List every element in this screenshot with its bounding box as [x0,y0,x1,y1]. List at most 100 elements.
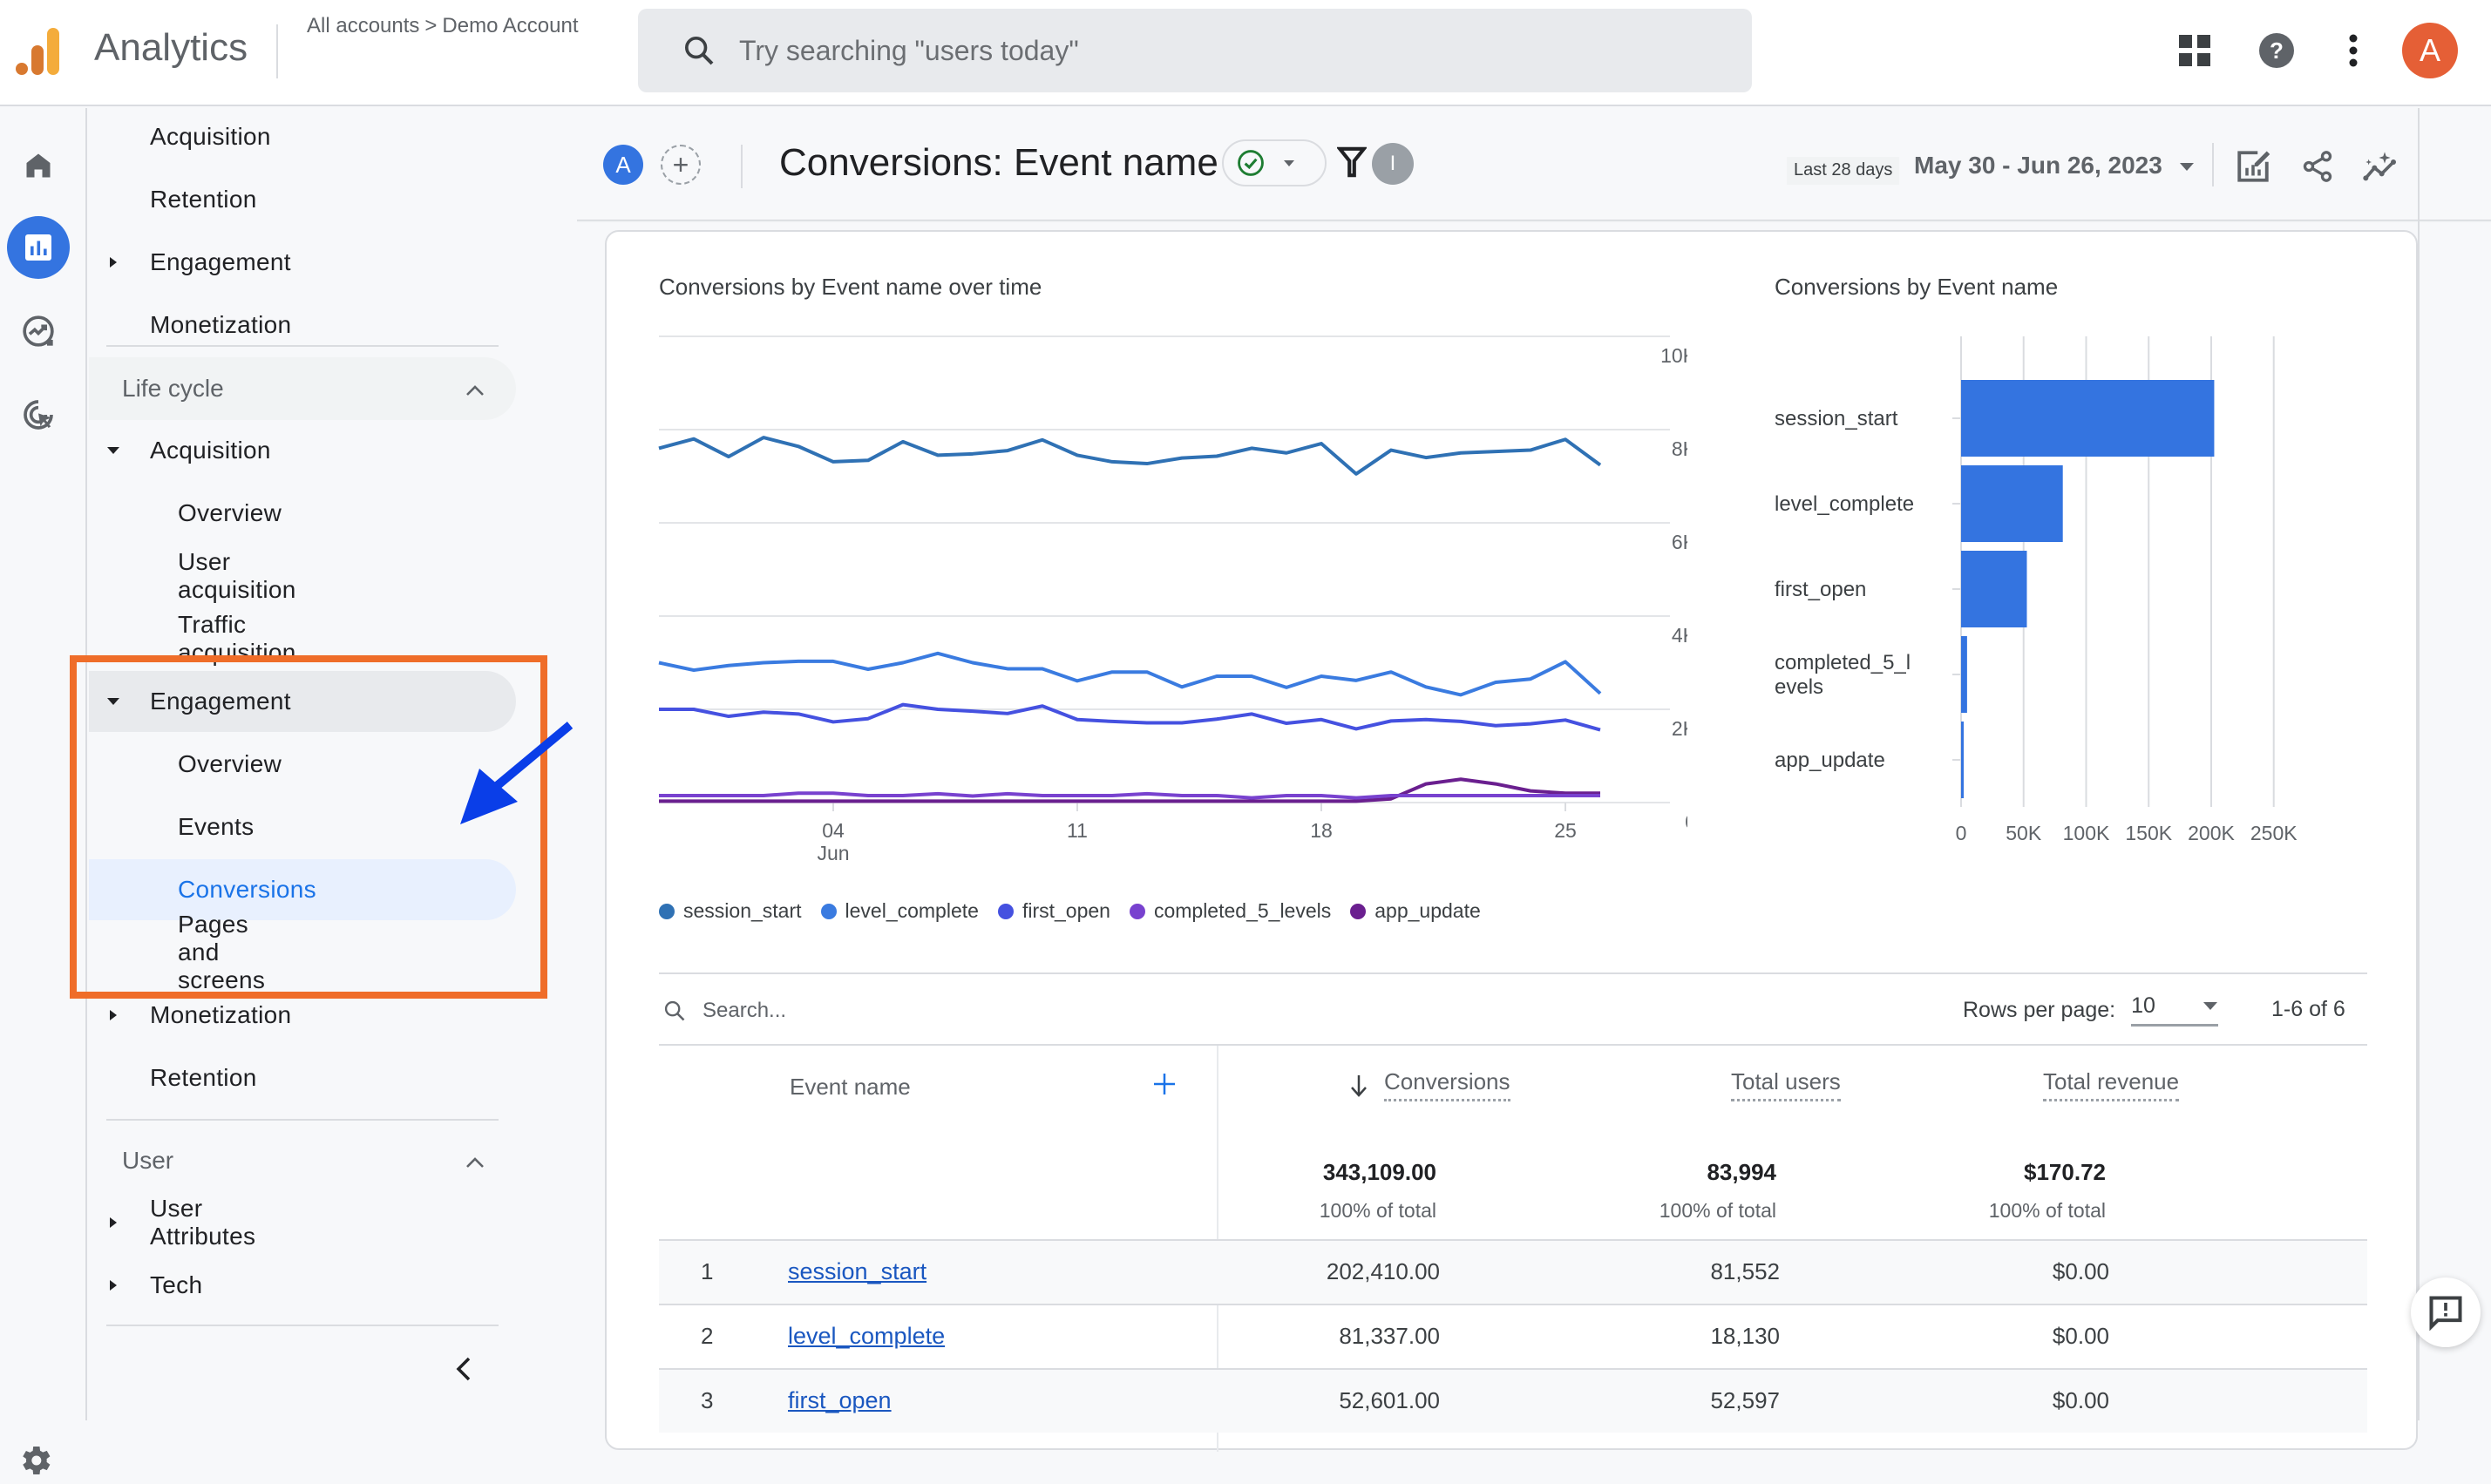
search-bar[interactable] [638,9,1752,92]
breadcrumb[interactable]: All accounts > Demo Account [307,14,579,38]
x-tick-label: 250K [2250,822,2298,844]
event-link[interactable]: level_complete [788,1323,945,1350]
add-comparison-button[interactable]: + [661,145,701,185]
x-tick-label: 11 [1067,819,1088,842]
sort-arrow-down-icon[interactable] [1349,1074,1368,1098]
feedback-button[interactable] [2411,1277,2481,1347]
column-header-event-name[interactable]: Event name [790,1074,911,1101]
legend-label: first_open [1022,899,1110,922]
nav-label: Overview [178,499,282,526]
x-tick-sublabel: Jun [817,842,849,864]
customize-report-icon[interactable] [2231,145,2275,188]
nav-label: Monetization [150,311,292,338]
app-name: Analytics [94,26,248,69]
report-status-dropdown[interactable] [1222,139,1327,186]
event-link[interactable]: session_start [788,1258,926,1285]
total-conversions: 343,109.00 [1322,1159,1436,1185]
help-icon[interactable]: ? [2252,26,2301,75]
rail-advertising[interactable] [7,383,70,446]
home-icon [26,153,51,178]
collapse-nav-icon[interactable] [453,1356,474,1386]
breadcrumb-account[interactable]: Demo Account [442,14,578,37]
filter-badge[interactable]: I [1372,143,1414,185]
nav-label: Monetization [150,1001,292,1028]
row-revenue: $0.00 [2052,1258,2109,1284]
bar-chart[interactable]: 0 50K 100K 150K 200K 250K session_start level_c… [1766,319,2393,877]
series-line-level-complete [658,651,1602,697]
date-range-picker[interactable]: May 30 - Jun 26, 2023 [1914,152,2162,180]
rows-per-page: Rows per page: 10 [1963,993,2219,1027]
caret-down-icon[interactable] [2179,162,2195,172]
legend-item[interactable]: level_complete [820,899,979,923]
comparison-chip[interactable]: A [603,145,643,185]
table-search-input[interactable] [703,999,964,1023]
legend-item[interactable]: first_open [997,899,1110,923]
apps-grid-icon[interactable] [2170,26,2219,75]
legend-item[interactable]: app_update [1350,899,1481,923]
nav-section-user[interactable]: User [89,1129,516,1192]
line-chart[interactable]: 0 2K 4K 6K 8K 10K 04Jun 11 18 25 [641,319,1687,885]
annotation-arrow-icon [460,722,574,824]
share-icon[interactable] [2296,145,2339,188]
caret-down-icon [2203,1002,2218,1010]
rail-home[interactable] [7,134,70,197]
row-rank: 1 [701,1258,714,1284]
bar-completed-5-levels [1961,636,1967,713]
column-header-conversions[interactable]: Conversions [1384,1068,1510,1101]
analytics-logo[interactable] [14,24,66,77]
filter-icon[interactable] [1337,146,1367,178]
y-tick-label: 0 [1685,810,1687,833]
account-avatar[interactable]: A [2402,23,2458,78]
section-title: User [122,1147,174,1174]
x-tick-label: 150K [2125,822,2172,844]
nav-divider [106,345,499,347]
divider [659,1044,2367,1046]
row-conversions: 81,337.00 [1339,1323,1440,1349]
chevron-up-icon [465,1147,485,1175]
search-input[interactable] [739,34,1611,67]
nav-label: User Attributes [150,1195,256,1250]
total-users: 83,994 [1707,1159,1776,1185]
table-row[interactable]: 2 level_complete 81,337.00 18,130 $0.00 [659,1304,2367,1368]
total-revenue-pct: 100% of total [1988,1199,2106,1222]
column-header-total-users[interactable]: Total users [1731,1068,1841,1101]
settings-gear-icon[interactable] [16,1441,54,1484]
legend-swatch [820,903,837,919]
rail-reports[interactable] [7,216,70,279]
report-header: A + Conversions: Event name I Last 28 da… [577,108,2491,221]
series-line-first-open [659,702,1601,732]
nav-label: Retention [150,186,257,213]
table-search[interactable] [662,999,964,1023]
y-tick-label: 6K [1672,531,1687,553]
x-tick-label: 18 [1310,819,1333,842]
nav-section-life-cycle[interactable]: Life cycle [89,357,516,420]
search-icon [664,1000,685,1021]
insights-icon[interactable] [2359,145,2402,188]
column-header-total-revenue[interactable]: Total revenue [2043,1068,2180,1101]
divider [276,24,278,78]
rows-per-page-label: Rows per page: [1963,997,2116,1022]
series-line-app-update [659,777,1600,803]
event-link[interactable]: first_open [788,1387,892,1414]
rows-per-page-select[interactable]: 10 [2131,993,2219,1027]
legend-label: completed_5_levels [1153,899,1332,922]
breadcrumb-all-accounts[interactable]: All accounts [307,14,419,37]
x-tick-label: 04 [822,819,845,842]
rail-explore[interactable] [7,300,70,363]
legend-label: session_start [683,899,802,922]
y-tick-label: 8K [1672,437,1687,460]
add-dimension-icon[interactable] [1152,1072,1177,1096]
row-rank: 2 [701,1323,714,1349]
caret-right-icon [105,1006,122,1024]
legend-item[interactable]: session_start [659,899,802,923]
category-label: first_open [1775,578,1866,601]
nav-label: Acquisition [150,123,271,150]
table-row[interactable]: 1 session_start 202,410.00 81,552 $0.00 [659,1239,2367,1304]
header-shadow [577,220,2491,222]
category-label: evels [1775,675,1823,699]
table-row[interactable]: 3 first_open 52,601.00 52,597 $0.00 [659,1368,2367,1433]
reports-icon [25,234,51,261]
more-vert-icon[interactable] [2329,26,2378,75]
legend-item[interactable]: completed_5_levels [1129,899,1332,923]
advertising-icon [24,400,53,430]
